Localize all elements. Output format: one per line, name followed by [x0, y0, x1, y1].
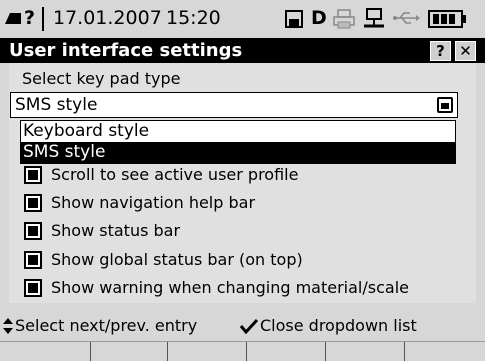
- window-title: User interface settings: [9, 40, 243, 61]
- keypad-type-label: Select key pad type: [22, 69, 181, 88]
- title-bar: User interface settings ? ✕: [0, 38, 485, 63]
- help-glyph: ?: [24, 7, 36, 29]
- softkey-5[interactable]: [326, 342, 405, 361]
- checkbox-row-nav-help[interactable]: Show navigation help bar: [24, 191, 464, 215]
- checkbox-label: Show global status bar (on top): [51, 250, 303, 269]
- checkbox-label: Show status bar: [51, 221, 181, 240]
- checkbox[interactable]: [24, 222, 42, 240]
- dropdown-toggle-icon[interactable]: [437, 97, 453, 113]
- checkmark-icon: [239, 318, 259, 334]
- checkbox-label: Show navigation help bar: [51, 193, 256, 212]
- checkbox-label: Show warning when changing material/scal…: [51, 278, 409, 297]
- confirm-hint-text: Close dropdown list: [260, 316, 417, 335]
- status-bar: ? 17.01.2007 15:20 D: [0, 0, 485, 38]
- checkbox-row-global-status[interactable]: Show global status bar (on top): [24, 248, 464, 272]
- status-date: 17.01.2007: [53, 7, 162, 29]
- checkbox-row-material-warning[interactable]: Show warning when changing material/scal…: [24, 276, 464, 300]
- drive-d-icon[interactable]: D: [311, 7, 327, 29]
- softkey-6[interactable]: [405, 342, 485, 361]
- keypad-selected-value: SMS style: [15, 95, 98, 115]
- softkey-1[interactable]: [0, 342, 91, 361]
- status-separator: [42, 7, 44, 31]
- close-button[interactable]: ✕: [455, 41, 476, 61]
- checkbox-row-status-bar[interactable]: Show status bar: [24, 219, 464, 243]
- up-down-arrow-icon: [3, 318, 13, 334]
- checkbox[interactable]: [24, 166, 42, 184]
- network-icon[interactable]: [363, 8, 385, 30]
- keyboard-icon: [5, 13, 21, 24]
- nav-hint-text: Select next/prev. entry: [15, 316, 198, 335]
- option-sms-style[interactable]: SMS style: [21, 142, 455, 163]
- printer-icon[interactable]: [333, 9, 355, 29]
- checkbox[interactable]: [24, 251, 42, 269]
- checkbox[interactable]: [24, 279, 42, 297]
- checkbox-row-scroll-profile[interactable]: Scroll to see active user profile: [24, 163, 464, 187]
- checkbox-label: Scroll to see active user profile: [51, 165, 299, 184]
- option-keyboard-style[interactable]: Keyboard style: [21, 121, 455, 142]
- checkbox[interactable]: [24, 194, 42, 212]
- softkey-4[interactable]: [247, 342, 326, 361]
- softkey-2[interactable]: [91, 342, 168, 361]
- status-time: 15:20: [166, 7, 221, 29]
- keypad-options-list: Keyboard style SMS style: [20, 120, 456, 164]
- keypad-type-dropdown[interactable]: SMS style: [10, 92, 458, 118]
- softkey-3[interactable]: [168, 342, 247, 361]
- navigation-help-bar: Select next/prev. entry Close dropdown l…: [0, 308, 485, 341]
- help-button[interactable]: ?: [430, 41, 451, 61]
- battery-icon: [428, 10, 466, 28]
- softkey-bar: [0, 342, 485, 361]
- usb-icon[interactable]: [392, 10, 420, 26]
- save-disk-icon[interactable]: [285, 10, 303, 28]
